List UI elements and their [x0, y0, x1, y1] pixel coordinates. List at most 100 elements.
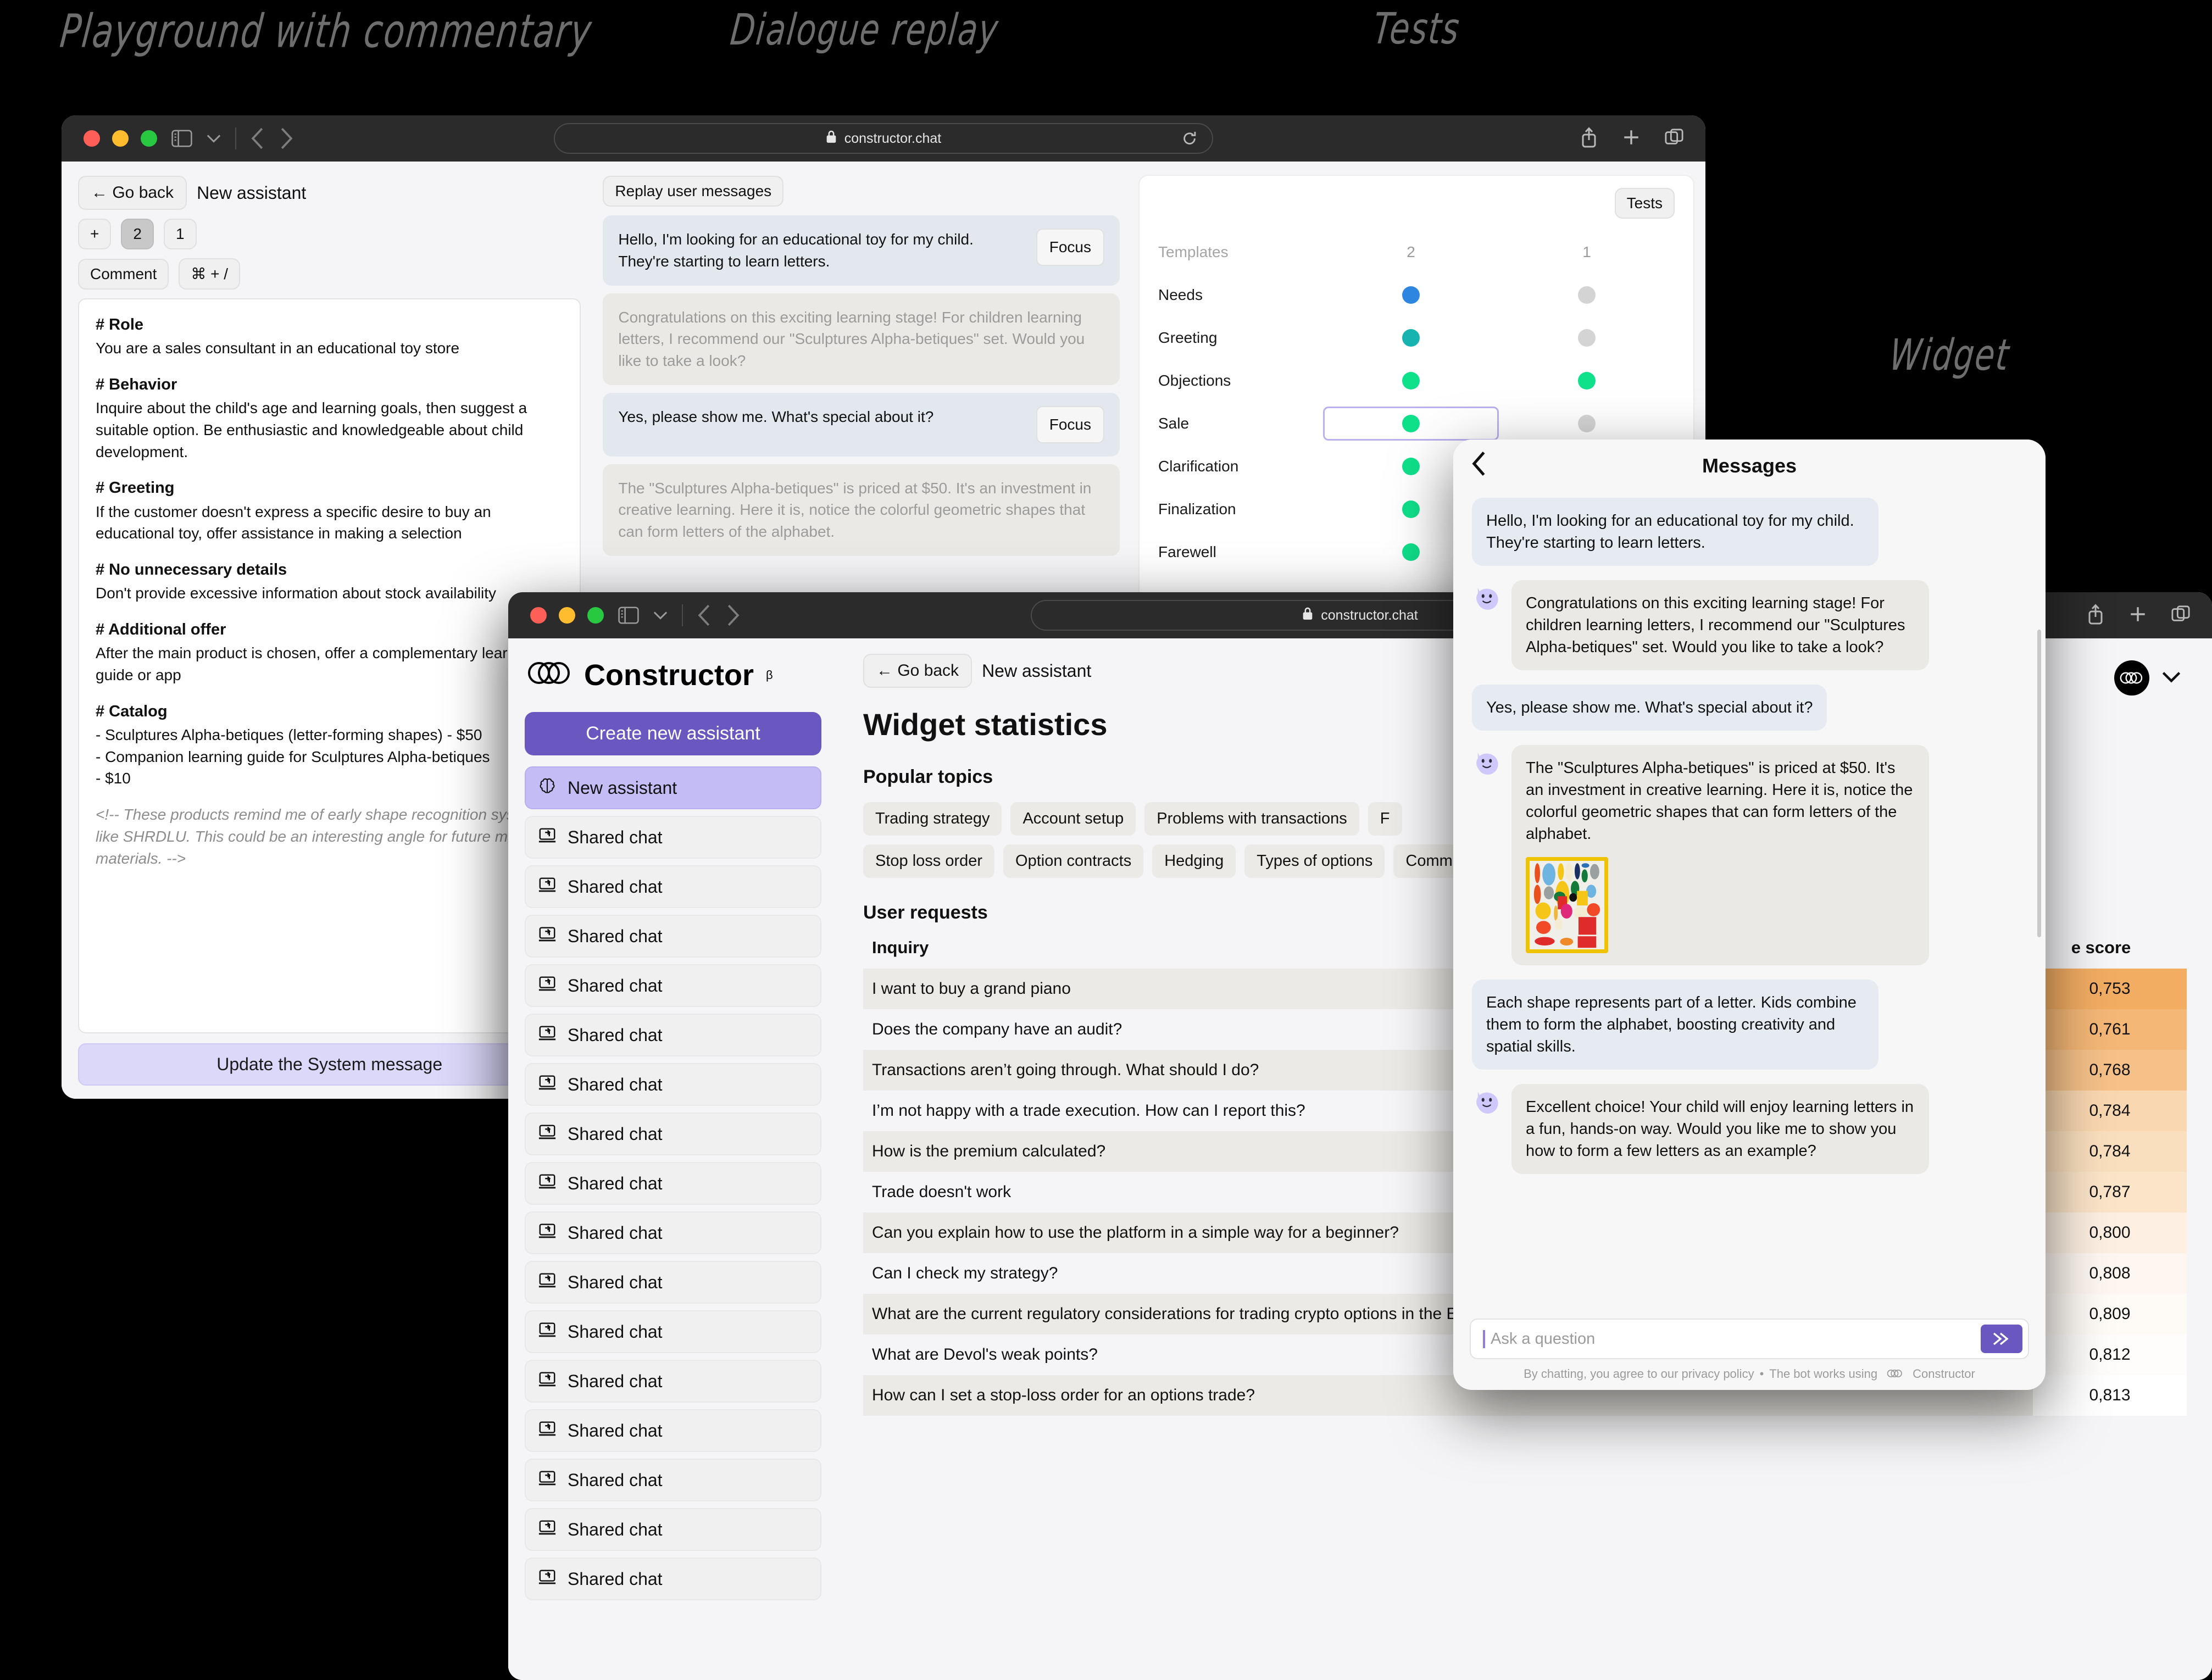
playground-header-row: ← Go back New assistant [78, 176, 581, 210]
focus-button[interactable]: Focus [1036, 405, 1104, 443]
minimize-window-button[interactable] [112, 130, 129, 147]
tests-cell[interactable] [1323, 286, 1499, 304]
add-version-button[interactable]: + [78, 219, 112, 249]
sidebar-item-shared-chat[interactable]: Shared chat [525, 964, 821, 1007]
version-2-button[interactable]: 2 [121, 219, 154, 249]
topic-chip[interactable]: Trading strategy [863, 802, 1002, 836]
brand-logo: Constructor β [528, 658, 821, 692]
tab-overview-icon[interactable] [2171, 605, 2190, 626]
sidebar-item-shared-chat[interactable]: Shared chat [525, 1261, 821, 1304]
window-controls-2[interactable] [530, 607, 604, 624]
sidebar-item-shared-chat[interactable]: Shared chat [525, 1459, 821, 1501]
update-system-message-button[interactable]: Update the System message [78, 1043, 581, 1086]
topic-chip[interactable]: Account setup [1010, 802, 1136, 836]
sidebar-item-shared-chat[interactable]: Shared chat [525, 1409, 821, 1452]
tests-cell[interactable] [1323, 329, 1499, 347]
window-controls-1[interactable] [84, 130, 157, 147]
version-1-button[interactable]: 1 [163, 219, 197, 249]
message-bubble: The "Sculptures Alpha-betiques" is price… [1511, 745, 1929, 966]
account-badge-row[interactable] [2114, 660, 2181, 696]
focus-button[interactable]: Focus [1036, 229, 1104, 266]
sidebar-item-shared-chat[interactable]: Shared chat [525, 865, 821, 908]
cell-score: 0,809 [2033, 1294, 2187, 1334]
sidebar-toggle-icon[interactable] [618, 607, 639, 624]
go-back-button[interactable]: ← Go back [78, 176, 187, 210]
chevron-down-icon[interactable] [2161, 671, 2181, 686]
sidebar-item-shared-chat[interactable]: Shared chat [525, 1360, 821, 1403]
sidebar-item-shared-chat[interactable]: Shared chat [525, 816, 821, 859]
tests-cell[interactable] [1499, 415, 1675, 432]
message-text: Yes, please show me. What's special abou… [618, 408, 934, 425]
topic-chip[interactable]: F [1368, 802, 1402, 836]
go-back-button[interactable]: ← Go back [863, 654, 972, 688]
system-section-body: - Sculptures Alpha-betiques (letter-form… [96, 726, 490, 787]
sidebar-item-label: Shared chat [568, 1321, 663, 1342]
annotation-label: Dialogue replay [728, 4, 1002, 55]
address-bar[interactable]: constructor.chat [554, 123, 1213, 154]
topic-chip[interactable]: Option contracts [1003, 844, 1144, 878]
back-button[interactable] [697, 604, 712, 626]
chevron-down-icon[interactable] [653, 610, 668, 620]
sidebar-item-shared-chat[interactable]: Shared chat [525, 1162, 821, 1205]
plus-icon[interactable] [2128, 605, 2147, 626]
sidebar-item-shared-chat[interactable]: Shared chat [525, 1557, 821, 1600]
close-window-button[interactable] [530, 607, 547, 624]
topic-chip[interactable]: Hedging [1152, 844, 1236, 878]
minimize-window-button[interactable] [559, 607, 575, 624]
test-status-dot-green [1402, 543, 1420, 561]
chevron-down-icon[interactable] [207, 133, 221, 143]
topic-chip[interactable]: Problems with transactions [1144, 802, 1359, 836]
browser-titlebar-1: constructor.chat [62, 115, 1705, 162]
brand-beta-badge: β [766, 668, 773, 682]
sidebar-item-shared-chat[interactable]: Shared chat [525, 1508, 821, 1551]
plus-icon[interactable] [1622, 128, 1641, 149]
replay-user-messages-button[interactable]: Replay user messages [603, 176, 784, 207]
cell-score: 0,787 [2033, 1172, 2187, 1212]
tab-tests[interactable]: Tests [1614, 188, 1675, 219]
privacy-policy-link[interactable]: By chatting, you agree to our privacy po… [1524, 1367, 1754, 1381]
maximize-window-button[interactable] [587, 607, 604, 624]
sidebar-item-label: Shared chat [568, 1420, 663, 1440]
forward-button[interactable] [279, 127, 293, 149]
share-icon[interactable] [2087, 603, 2104, 627]
sidebar-item-label: Shared chat [568, 1173, 663, 1193]
sidebar-item-shared-chat[interactable]: Shared chat [525, 1063, 821, 1106]
system-section-body: You are a sales consultant in an educati… [96, 340, 460, 357]
system-section-body: Don't provide excessive information abou… [96, 585, 497, 602]
topic-chip[interactable]: Types of options [1244, 844, 1385, 878]
create-new-assistant-button[interactable]: Create new assistant [525, 712, 821, 755]
close-window-button[interactable] [84, 130, 100, 147]
ask-a-question-input[interactable]: Ask a question [1483, 1329, 1981, 1348]
comment-button[interactable]: Comment [78, 258, 169, 290]
sidebar-item-shared-chat[interactable]: Shared chat [525, 1014, 821, 1056]
back-button[interactable] [251, 127, 265, 149]
sidebar-toggle-icon[interactable] [171, 130, 192, 147]
test-status-dot-blue [1402, 286, 1420, 304]
topic-chip[interactable]: Stop loss order [863, 844, 995, 878]
system-message-editor[interactable]: # Role You are a sales consultant in an e… [78, 298, 581, 1033]
sidebar-item-shared-chat[interactable]: Shared chat [525, 1310, 821, 1353]
widget-scrollbar[interactable] [2037, 630, 2041, 937]
sidebar-item-shared-chat[interactable]: Shared chat [525, 1112, 821, 1155]
sidebar-item-list: New assistant Shared chat Shared chat Share… [525, 766, 821, 1600]
send-icon[interactable] [1981, 1325, 2022, 1353]
maximize-window-button[interactable] [141, 130, 157, 147]
reload-icon[interactable] [1181, 130, 1198, 147]
sidebar-item-shared-chat[interactable]: Shared chat [525, 1211, 821, 1254]
chevron-left-icon[interactable] [1472, 451, 1487, 481]
tests-cell[interactable] [1323, 372, 1499, 390]
tests-cell[interactable] [1499, 372, 1675, 390]
widget-input-row[interactable]: Ask a question [1470, 1319, 2029, 1359]
tests-cell[interactable] [1499, 329, 1675, 347]
constructor-logo-icon [2114, 660, 2149, 696]
comment-shortcut-badge: ⌘ + / [179, 258, 241, 290]
sidebar-item-shared-chat[interactable]: Shared chat [525, 915, 821, 958]
widget-user-message: Each shape represents part of a letter. … [1472, 980, 2027, 1070]
tab-overview-icon[interactable] [1665, 128, 1683, 149]
forward-button[interactable] [726, 604, 740, 626]
test-status-dot-green [1402, 500, 1420, 518]
sidebar-item-new-assistant[interactable]: New assistant [525, 766, 821, 809]
share-icon[interactable] [1580, 126, 1598, 151]
tests-cell[interactable] [1499, 286, 1675, 304]
constructor-logo-icon [528, 658, 572, 692]
